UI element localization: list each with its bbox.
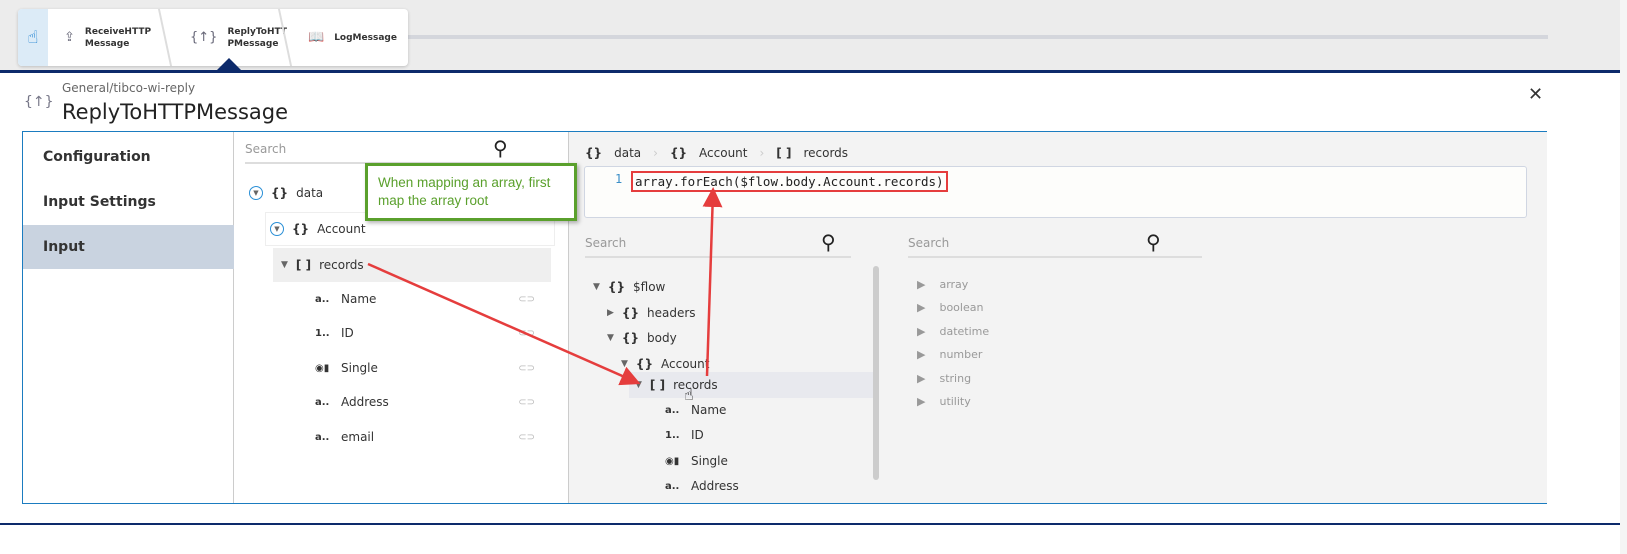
arrow-records-to-expression <box>702 187 723 377</box>
hand-cursor-icon: ☝ <box>684 385 694 404</box>
arrow-records-to-flow <box>367 262 641 386</box>
annotation-arrows: ☝ <box>367 187 723 404</box>
divider <box>0 523 1620 525</box>
